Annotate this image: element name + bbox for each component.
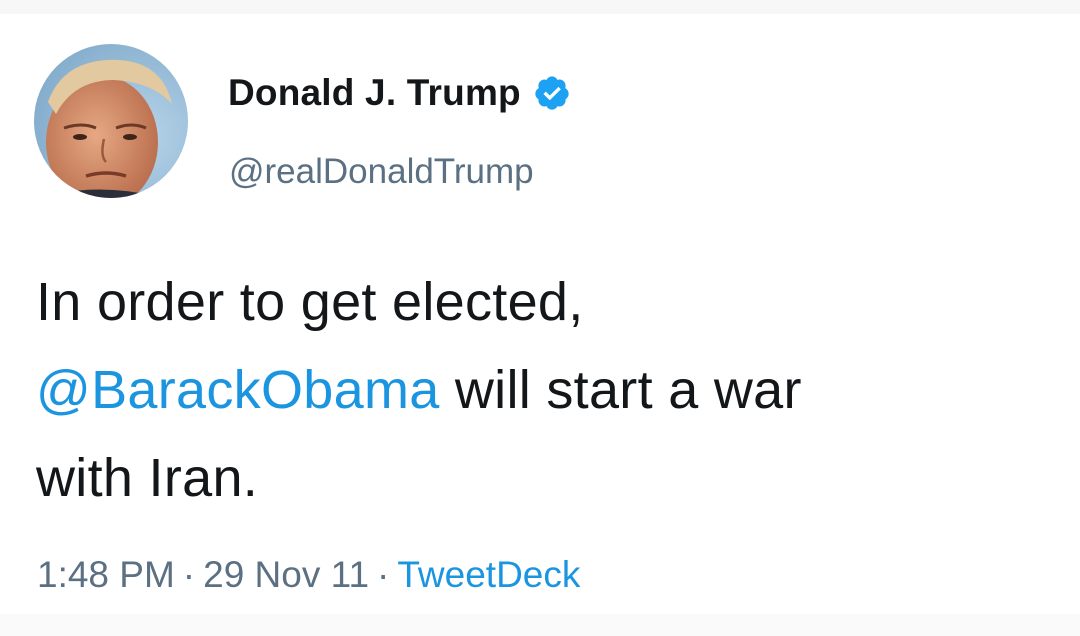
tweet-time[interactable]: 1:48 PM bbox=[37, 554, 175, 595]
tweet-body: In order to get elected, @BarackObama wi… bbox=[36, 258, 1056, 522]
meta-separator-2: · bbox=[377, 554, 390, 595]
bottom-edge-strip bbox=[0, 614, 1080, 636]
tweet-text-line-2-rest: will start a war bbox=[439, 360, 802, 420]
meta-separator: · bbox=[182, 554, 196, 595]
verified-badge-icon bbox=[533, 74, 571, 112]
author-name-row: Donald J. Trump bbox=[228, 70, 571, 116]
top-edge-strip bbox=[0, 0, 1080, 14]
display-name[interactable]: Donald J. Trump bbox=[228, 72, 521, 114]
tweet-text-line-3: with Iran. bbox=[36, 448, 259, 508]
author-handle[interactable]: @realDonaldTrump bbox=[229, 152, 534, 192]
profile-avatar[interactable] bbox=[34, 44, 188, 198]
tweet-text-line-2: @BarackObama will start a war bbox=[36, 346, 1056, 434]
tweet-text-line-1: In order to get elected, bbox=[36, 272, 584, 332]
mention-link[interactable]: @BarackObama bbox=[36, 360, 440, 420]
avatar-portrait-icon bbox=[34, 44, 188, 198]
tweet-card: Donald J. Trump @realDonaldTrump In orde… bbox=[0, 14, 1080, 614]
tweet-metadata: 1:48 PM · 29 Nov 11 · TweetDeck bbox=[37, 554, 580, 596]
tweet-source-link[interactable]: TweetDeck bbox=[397, 554, 580, 595]
tweet-date[interactable]: 29 Nov 11 bbox=[203, 554, 369, 595]
